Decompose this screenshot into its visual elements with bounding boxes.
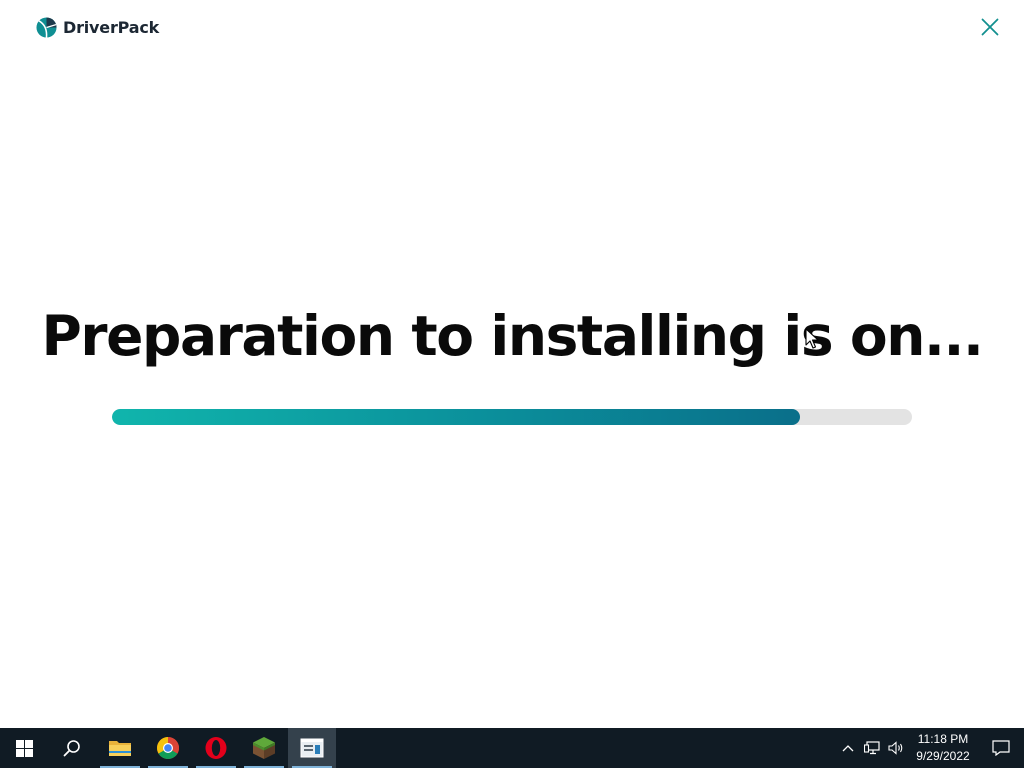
action-center-button[interactable] xyxy=(978,728,1024,768)
windows-logo-icon xyxy=(15,739,33,757)
taskbar: 11:18 PM 9/29/2022 xyxy=(0,728,1024,768)
network-button[interactable] xyxy=(860,728,884,768)
show-hidden-icons-button[interactable] xyxy=(836,728,860,768)
taskbar-minecraft[interactable] xyxy=(240,728,288,768)
brand-name: DriverPack xyxy=(63,18,160,37)
progress-bar-fill xyxy=(112,409,800,425)
close-icon xyxy=(981,18,999,36)
driverpack-logo-icon xyxy=(36,17,57,38)
chevron-up-icon xyxy=(842,745,854,752)
taskbar-chrome[interactable] xyxy=(144,728,192,768)
taskbar-file-explorer[interactable] xyxy=(96,728,144,768)
system-tray: 11:18 PM 9/29/2022 xyxy=(836,728,1024,768)
close-button[interactable] xyxy=(978,15,1002,39)
clock[interactable]: 11:18 PM 9/29/2022 xyxy=(908,731,978,765)
installer-window: DriverPack Preparation to installing is … xyxy=(0,0,1024,728)
start-button[interactable] xyxy=(0,728,48,768)
network-icon xyxy=(864,741,880,755)
search-button[interactable] xyxy=(48,728,96,768)
brand: DriverPack xyxy=(36,17,159,38)
opera-icon xyxy=(205,737,227,759)
taskbar-driverpack[interactable] xyxy=(288,728,336,768)
notification-icon xyxy=(992,740,1010,756)
taskbar-opera[interactable] xyxy=(192,728,240,768)
status-heading: Preparation to installing is on... xyxy=(41,304,983,368)
volume-icon xyxy=(888,741,903,755)
chrome-icon xyxy=(157,737,179,759)
clock-date: 9/29/2022 xyxy=(916,749,970,763)
grass-block-icon xyxy=(253,737,275,759)
progress-bar xyxy=(112,409,912,425)
volume-button[interactable] xyxy=(884,728,908,768)
clock-time: 11:18 PM xyxy=(917,732,969,746)
search-icon xyxy=(63,740,80,757)
app-window-icon xyxy=(300,738,324,758)
folder-icon xyxy=(109,741,131,756)
mouse-cursor-icon xyxy=(805,328,819,349)
